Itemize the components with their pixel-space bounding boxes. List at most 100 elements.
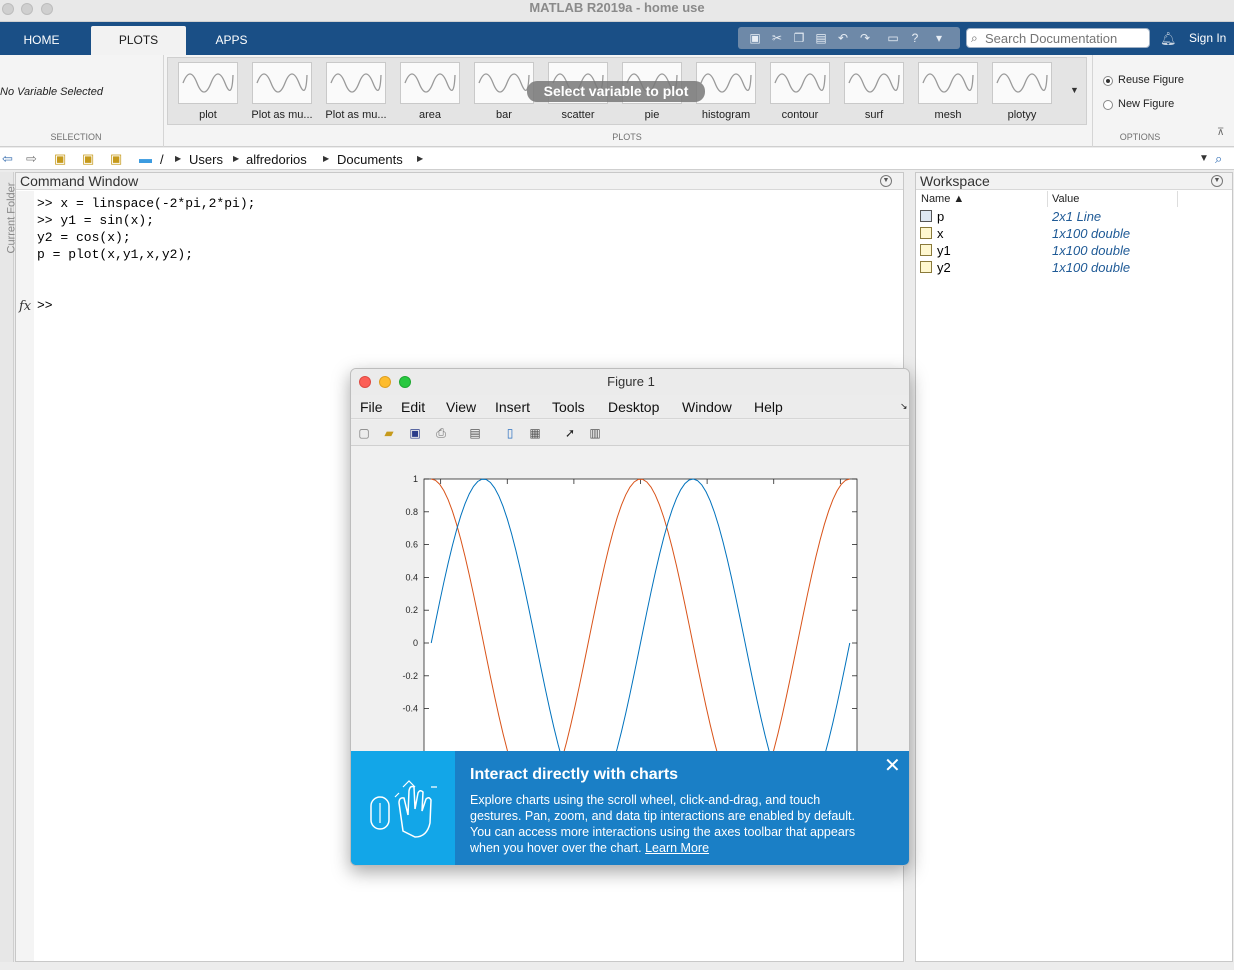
breadcrumb-separator-icon[interactable]: ▶ (233, 154, 239, 163)
menu-edit[interactable]: Edit (401, 399, 425, 415)
help-icon[interactable]: ? (908, 31, 922, 45)
column-divider[interactable] (1047, 191, 1048, 207)
figure-canvas[interactable]: 1 0.8 0.6 0.4 0.2 0 -0.2 -0.4 (351, 447, 910, 808)
banner-illustration (351, 751, 455, 865)
paste-icon[interactable]: ▤ (814, 31, 828, 45)
bar-thumb-icon (474, 62, 534, 104)
copy-icon[interactable]: ❐ (792, 31, 806, 45)
current-folder-rail[interactable]: Current Folder (0, 172, 17, 962)
new-figure-radio[interactable] (1103, 100, 1113, 110)
reuse-figure-radio[interactable] (1103, 76, 1113, 86)
workspace-row[interactable]: x 1x100 double (916, 225, 1232, 242)
forward-icon[interactable]: ⇨ (26, 152, 37, 166)
menu-insert[interactable]: Insert (495, 399, 530, 415)
menu-file[interactable]: File (360, 399, 383, 415)
browse-folder-icon[interactable]: ▣ (82, 152, 94, 166)
breadcrumb-separator-icon[interactable]: ▶ (417, 154, 423, 163)
workspace-row[interactable]: p 2x1 Line (916, 208, 1232, 225)
reuse-figure-label[interactable]: Reuse Figure (1118, 74, 1184, 86)
undo-icon[interactable]: ↶ (836, 31, 850, 45)
banner-body: Explore charts using the scroll wheel, c… (470, 792, 860, 856)
collapse-ribbon-icon[interactable]: ⊼ (1217, 127, 1224, 138)
variable-name: y1 (937, 243, 951, 258)
menu-desktop[interactable]: Desktop (608, 399, 659, 415)
quick-access-options-icon[interactable]: ▾ (932, 31, 946, 45)
tab-plots[interactable]: PLOTS (91, 26, 186, 55)
gallery-item-contour[interactable]: contour (764, 62, 836, 124)
gallery-item-label: pie (644, 109, 660, 121)
insert-legend-icon[interactable]: ▦ (528, 426, 542, 440)
contour-thumb-icon (770, 62, 830, 104)
notifications-icon[interactable]: 🔔︎ (1160, 31, 1177, 47)
breadcrumb-separator-icon[interactable]: ▶ (175, 154, 181, 163)
breadcrumb-alfredorios[interactable]: alfredorios (246, 152, 307, 167)
search-input[interactable] (985, 30, 1145, 46)
plotyy-thumb-icon (992, 62, 1052, 104)
print-icon[interactable]: ⎙ (434, 426, 448, 440)
panel-actions-icon[interactable]: ▼ (880, 175, 892, 187)
y-tick-label: 0.6 (405, 540, 418, 550)
gallery-item-label: Plot as mu... (251, 109, 313, 121)
learn-more-link[interactable]: Learn More (645, 841, 709, 855)
y-tick-label: 0.4 (405, 572, 418, 582)
back-icon[interactable]: ⇦ (2, 152, 13, 166)
column-header-name[interactable]: Name ▲ (921, 193, 964, 205)
search-folder-icon[interactable]: ▣ (110, 152, 122, 166)
close-icon[interactable]: ✕ (884, 756, 901, 776)
address-bar: ⇦ ⇨ ▣ ▣ ▣ ▬ / ▶ Users ▶ alfredorios ▶ Do… (0, 148, 1234, 170)
y-tick-label: -0.4 (402, 704, 418, 714)
dock-figure-icon[interactable]: ↘ (900, 401, 908, 412)
gallery-item-area[interactable]: area (394, 62, 466, 124)
breadcrumb-separator-icon[interactable]: ▶ (323, 154, 329, 163)
edit-plot-cursor-icon[interactable]: ➚ (563, 426, 577, 440)
function-browser-icon[interactable]: fx (19, 299, 31, 314)
documentation-search[interactable]: ⌕ (966, 28, 1150, 48)
address-dropdown-icon[interactable]: ▼ (1199, 153, 1209, 164)
save-icon[interactable]: ▣ (748, 31, 762, 45)
save-figure-icon[interactable]: ▣ (408, 426, 422, 440)
figure-titlebar[interactable]: Figure 1 (351, 369, 909, 395)
select-variable-overlay: Select variable to plot (527, 81, 705, 102)
sign-in-link[interactable]: Sign In (1189, 31, 1226, 45)
menu-view[interactable]: View (446, 399, 476, 415)
tab-apps[interactable]: APPS (187, 26, 276, 55)
workspace-row[interactable]: y1 1x100 double (916, 242, 1232, 259)
column-divider[interactable] (1177, 191, 1178, 207)
insert-colorbar-icon[interactable]: ▯ (503, 426, 517, 440)
up-folder-icon[interactable]: ▣ (54, 152, 66, 166)
menu-window[interactable]: Window (682, 399, 732, 415)
column-header-value[interactable]: Value (1052, 193, 1079, 205)
gallery-expand-icon[interactable]: ▼ (1070, 85, 1079, 95)
command-line: >> x = linspace(-2*pi,2*pi); (37, 196, 256, 211)
cut-icon[interactable]: ✂ (770, 31, 784, 45)
breadcrumb-root[interactable]: / (160, 152, 164, 167)
menu-tools[interactable]: Tools (552, 399, 585, 415)
workspace-row[interactable]: y2 1x100 double (916, 259, 1232, 276)
section-label-plots: PLOTS (612, 132, 642, 142)
gallery-item-plot-as-mu-[interactable]: Plot as mu... (246, 62, 318, 124)
gallery-item-plotyy[interactable]: plotyy (986, 62, 1058, 124)
breadcrumb-users[interactable]: Users (189, 152, 223, 167)
gallery-item-mesh[interactable]: mesh (912, 62, 984, 124)
figure-window[interactable]: Figure 1 File Edit View Insert Tools Des… (350, 368, 910, 866)
new-figure-label[interactable]: New Figure (1118, 98, 1174, 110)
redo-icon[interactable]: ↷ (858, 31, 872, 45)
command-prompt[interactable]: >> (37, 298, 53, 313)
breadcrumb-documents[interactable]: Documents (337, 152, 403, 167)
tab-home[interactable]: HOME (0, 26, 83, 55)
figure-toolbar: ▢ ▰ ▣ ⎙ ▤ ▯ ▦ ➚ ▥ (351, 420, 909, 446)
panel-actions-icon[interactable]: ▼ (1211, 175, 1223, 187)
gallery-item-plot[interactable]: plot (172, 62, 244, 124)
menu-help[interactable]: Help (754, 399, 783, 415)
plot-axes[interactable]: 1 0.8 0.6 0.4 0.2 0 -0.2 -0.4 (351, 447, 910, 808)
search-folder-contents-icon[interactable]: ⌕ (1215, 152, 1222, 166)
y-tick-label: 0.8 (405, 507, 418, 517)
property-inspector-icon[interactable]: ▥ (588, 426, 602, 440)
new-figure-icon[interactable]: ▢ (357, 426, 371, 440)
gallery-item-plot-as-mu-[interactable]: Plot as mu... (320, 62, 392, 124)
open-file-icon[interactable]: ▰ (382, 426, 396, 440)
switch-windows-icon[interactable]: ▭ (886, 31, 900, 45)
link-plot-icon[interactable]: ▤ (468, 426, 482, 440)
area-thumb-icon (400, 62, 460, 104)
gallery-item-surf[interactable]: surf (838, 62, 910, 124)
